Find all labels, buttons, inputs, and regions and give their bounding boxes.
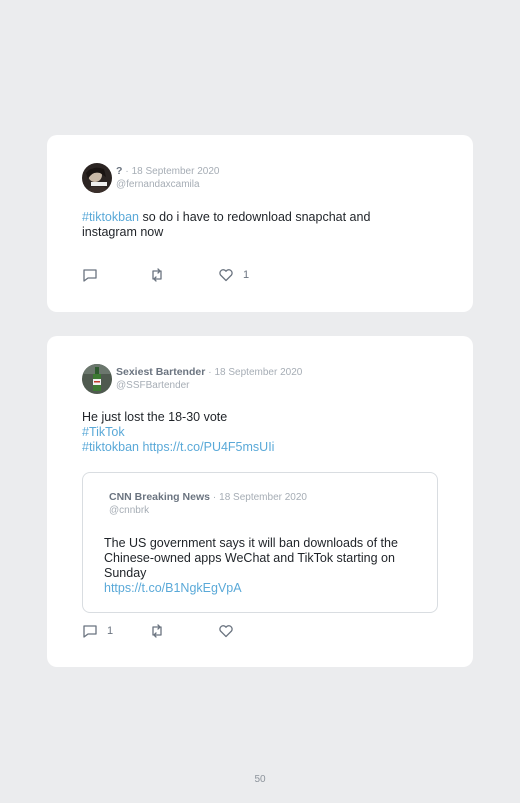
- quoted-tweet-body: The US government says it will ban downl…: [104, 536, 398, 580]
- retweet-button[interactable]: [149, 267, 174, 283]
- tweet-body: He just lost the 18-30 vote: [82, 410, 228, 424]
- tweet-card: ? · 18 September 2020 @fernandaxcamila #…: [47, 135, 473, 312]
- separator: ·: [125, 166, 129, 177]
- hashtag-link[interactable]: #TikTok: [82, 425, 412, 440]
- tweet-url-link[interactable]: https://t.co/PU4F5msUIi: [142, 440, 274, 454]
- tweet-meta: Sexiest Bartender · 18 September 2020 @S…: [116, 366, 302, 392]
- retweet-button[interactable]: [149, 623, 174, 639]
- page-number: 50: [254, 774, 266, 785]
- like-button[interactable]: [218, 623, 243, 639]
- quoted-author-name[interactable]: CNN Breaking News: [109, 491, 210, 503]
- hashtag-link[interactable]: #tiktokban: [82, 440, 139, 454]
- quoted-tweet-url-link[interactable]: https://t.co/B1NgkEgVpA: [104, 581, 404, 596]
- author-handle[interactable]: @SSFBartender: [116, 379, 302, 392]
- hashtag-link[interactable]: #tiktokban: [82, 210, 139, 224]
- reply-count: 1: [107, 625, 114, 637]
- separator: ·: [212, 492, 217, 503]
- author-name[interactable]: ?: [116, 165, 122, 177]
- tweet-text: #tiktokban so do i have to redownload sn…: [82, 210, 402, 240]
- tweet-actions: 1: [82, 623, 282, 639]
- like-count: 1: [243, 269, 250, 281]
- like-icon: [219, 269, 233, 282]
- quoted-tweet-meta: CNN Breaking News · 18 September 2020 @c…: [109, 491, 307, 517]
- reply-icon: [83, 625, 97, 638]
- separator: ·: [208, 367, 212, 378]
- reply-button[interactable]: [82, 267, 107, 283]
- tweet-meta: ? · 18 September 2020 @fernandaxcamila: [116, 165, 219, 191]
- retweet-icon: [152, 268, 162, 282]
- tweet-date[interactable]: 18 September 2020: [132, 166, 220, 177]
- quoted-tweet[interactable]: CNN Breaking News · 18 September 2020 @c…: [82, 472, 438, 613]
- quoted-author-handle[interactable]: @cnnbrk: [109, 504, 307, 517]
- tweet-card: Sexiest Bartender · 18 September 2020 @S…: [47, 336, 473, 667]
- author-handle[interactable]: @fernandaxcamila: [116, 178, 219, 191]
- quoted-tweet-date[interactable]: 18 September 2020: [219, 492, 307, 503]
- author-name[interactable]: Sexiest Bartender: [116, 366, 205, 378]
- tweet-date[interactable]: 18 September 2020: [214, 367, 302, 378]
- quoted-tweet-text: The US government says it will ban downl…: [104, 536, 404, 596]
- tweet-actions: 1: [82, 267, 282, 283]
- like-button[interactable]: 1: [218, 267, 249, 283]
- like-icon: [219, 625, 233, 638]
- tweet-text: He just lost the 18-30 vote #TikTok #tik…: [82, 410, 412, 455]
- reply-icon: [83, 269, 97, 282]
- avatar[interactable]: [82, 163, 112, 193]
- avatar[interactable]: [82, 364, 112, 394]
- reply-button[interactable]: 1: [82, 623, 113, 639]
- retweet-icon: [152, 624, 162, 638]
